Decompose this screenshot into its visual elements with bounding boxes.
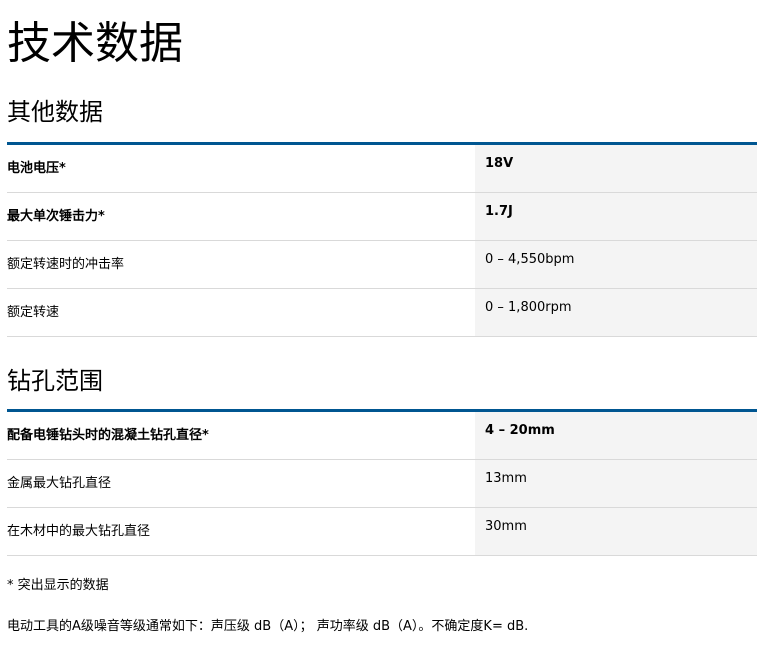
table-row: 电池电压* 18V <box>7 145 757 193</box>
spec-label: 最大单次锤击力* <box>7 209 105 224</box>
table-row: 配备电锤钻头时的混凝土钻孔直径* 4 – 20mm <box>7 412 757 460</box>
spec-value: 4 – 20mm <box>475 412 757 459</box>
spec-value: 18V <box>475 145 757 192</box>
technical-data-page: 技术数据 其他数据 电池电压* 18V 最大单次锤击力* 1.7J 额定转速时的… <box>0 0 780 672</box>
table-row: 最大单次锤击力* 1.7J <box>7 193 757 241</box>
spec-label: 额定转速时的冲击率 <box>7 257 125 272</box>
page-title: 技术数据 <box>7 18 183 69</box>
spec-value: 30mm <box>475 508 757 555</box>
table-row: 额定转速 0 – 1,800rpm <box>7 289 757 337</box>
highlight-footnote: * 突出显示的数据 <box>7 578 109 593</box>
spec-label: 额定转速 <box>7 305 60 320</box>
section-title-other-data: 其他数据 <box>7 98 103 126</box>
table-row: 金属最大钻孔直径 13mm <box>7 460 757 508</box>
spec-label: 在木材中的最大钻孔直径 <box>7 524 151 539</box>
noise-footnote: 电动工具的A级噪音等级通常如下：声压级 dB（A）； 声功率级 dB（A）。不确… <box>7 619 529 634</box>
spec-table-other-data: 电池电压* 18V 最大单次锤击力* 1.7J 额定转速时的冲击率 0 – 4,… <box>7 142 757 337</box>
spec-value: 1.7J <box>475 193 757 240</box>
spec-label: 电池电压* <box>7 161 66 176</box>
spec-value: 0 – 4,550bpm <box>475 241 757 288</box>
spec-value: 13mm <box>475 460 757 507</box>
table-row: 在木材中的最大钻孔直径 30mm <box>7 508 757 556</box>
spec-label: 金属最大钻孔直径 <box>7 476 112 491</box>
spec-value: 0 – 1,800rpm <box>475 289 757 336</box>
spec-label: 配备电锤钻头时的混凝土钻孔直径* <box>7 428 209 443</box>
spec-table-drilling-range: 配备电锤钻头时的混凝土钻孔直径* 4 – 20mm 金属最大钻孔直径 13mm … <box>7 409 757 556</box>
table-row: 额定转速时的冲击率 0 – 4,550bpm <box>7 241 757 289</box>
section-title-drilling-range: 钻孔范围 <box>7 367 103 395</box>
